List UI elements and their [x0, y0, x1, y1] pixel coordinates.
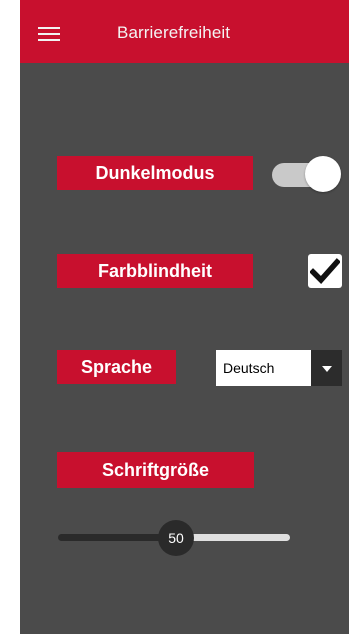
dark-mode-toggle[interactable]	[272, 155, 342, 193]
page-title: Barrierefreiheit	[117, 23, 231, 42]
accessibility-screen: Barrierefreiheit Dunkelmodus Farbblindhe…	[20, 0, 349, 634]
app-header: Barrierefreiheit	[20, 0, 349, 63]
checkmark-icon	[310, 258, 340, 285]
toggle-knob	[305, 156, 341, 192]
color-blindness-checkbox[interactable]	[308, 254, 342, 288]
language-select[interactable]: Deutsch	[216, 350, 342, 386]
font-size-slider[interactable]: 50	[58, 520, 290, 556]
language-select-value: Deutsch	[216, 350, 311, 386]
dark-mode-label: Dunkelmodus	[57, 156, 253, 190]
hamburger-menu-icon[interactable]	[38, 27, 60, 43]
chevron-down-icon[interactable]	[311, 350, 342, 386]
slider-thumb[interactable]: 50	[158, 520, 194, 556]
language-label: Sprache	[57, 350, 176, 384]
font-size-label: Schriftgröße	[57, 452, 254, 488]
color-blindness-label: Farbblindheit	[57, 254, 253, 288]
slider-track-empty	[186, 534, 290, 541]
